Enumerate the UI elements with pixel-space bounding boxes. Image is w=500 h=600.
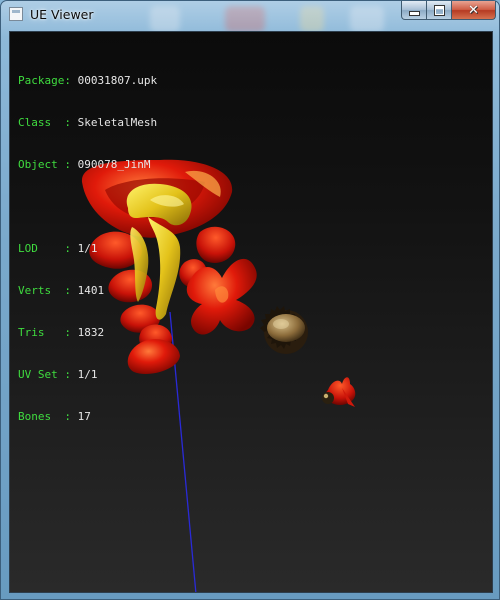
close-button[interactable]: ✕ bbox=[452, 1, 496, 20]
info-row-lod: LOD : 1/1 bbox=[18, 242, 98, 255]
info-row-object: Object : 090078_JinM bbox=[18, 158, 151, 171]
close-icon: ✕ bbox=[468, 2, 479, 18]
info-row-bones: Bones : 17 bbox=[18, 410, 91, 423]
info-row-tris: Tris : 1832 bbox=[18, 326, 105, 339]
maximize-icon bbox=[433, 4, 445, 16]
mesh-info-panel: Package: 00031807.upk Class : SkeletalMe… bbox=[18, 46, 157, 452]
info-row-verts: Verts : 1401 bbox=[18, 284, 105, 297]
info-row-class: Class : SkeletalMesh bbox=[18, 116, 158, 129]
app-icon bbox=[9, 7, 23, 21]
small-flower-model bbox=[322, 377, 356, 407]
title-bar[interactable]: UE Viewer ✕ bbox=[1, 1, 500, 31]
info-row-uv-set: UV Set : 1/1 bbox=[18, 368, 98, 381]
info-row-package: Package: 00031807.upk bbox=[18, 74, 158, 87]
info-spacer bbox=[18, 200, 157, 214]
bottle-cap-model bbox=[260, 306, 308, 354]
maximize-button[interactable] bbox=[427, 1, 452, 20]
minimize-icon bbox=[408, 10, 420, 16]
minimize-button[interactable] bbox=[401, 1, 427, 20]
3d-viewport[interactable]: Package: 00031807.upk Class : SkeletalMe… bbox=[9, 31, 493, 593]
window-title: UE Viewer bbox=[30, 7, 94, 22]
caption-buttons: ✕ bbox=[401, 1, 496, 20]
app-window: UE Viewer ✕ Package: 00031807.upk Class … bbox=[0, 0, 500, 600]
